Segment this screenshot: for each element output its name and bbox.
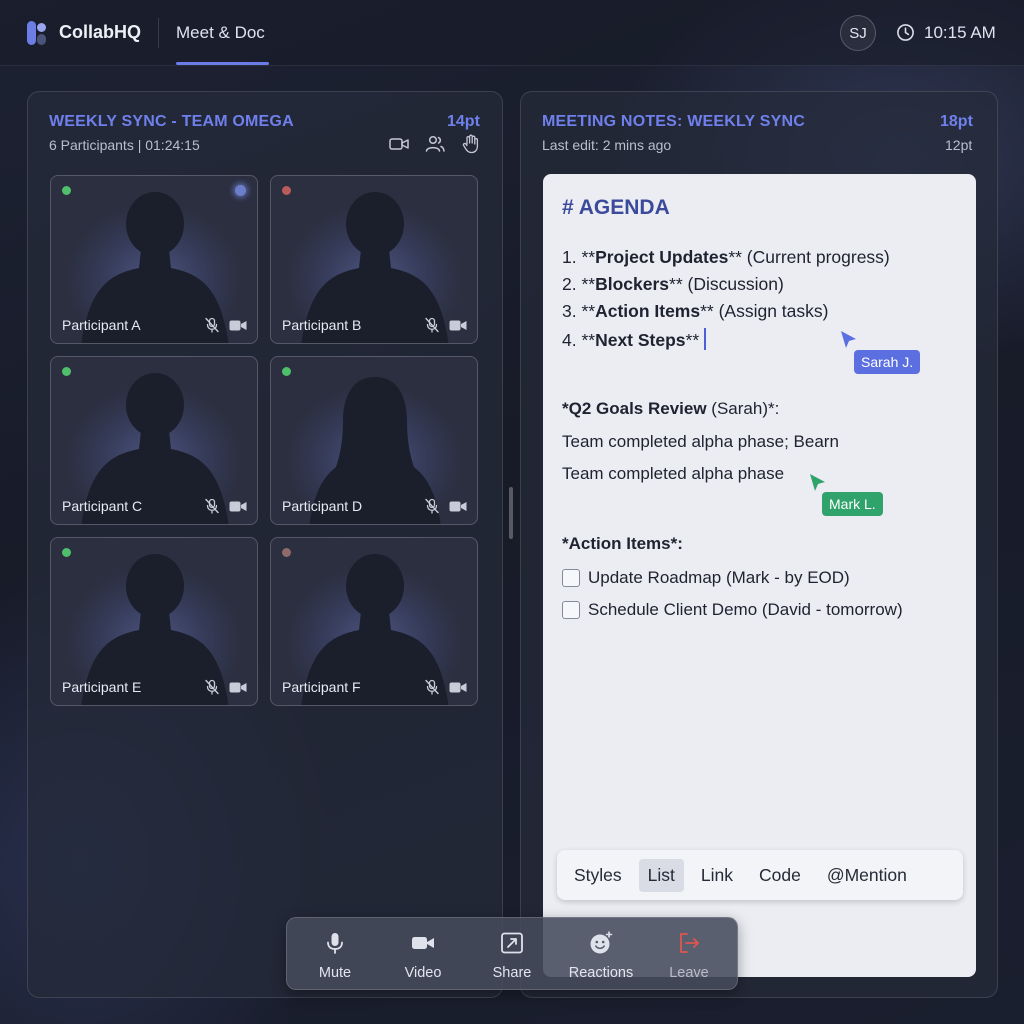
task-label: Update Roadmap (Mark - by EOD) [588, 568, 850, 587]
notes-font-size[interactable]: 18pt [940, 113, 973, 131]
presence-dot [282, 548, 291, 557]
participant-name: Participant E [62, 679, 142, 695]
presence-dot [62, 548, 71, 557]
mute-label: Mute [318, 965, 352, 981]
camera-icon [412, 937, 434, 949]
mic-muted-icon[interactable] [424, 679, 440, 695]
presence-dot [62, 186, 71, 195]
agenda-heading: # AGENDA [562, 196, 670, 219]
share-button[interactable]: Share [468, 918, 556, 991]
camera-on-icon[interactable] [229, 500, 247, 513]
tab-meet-doc[interactable]: Meet & Doc [176, 23, 265, 43]
notes-body-size[interactable]: 12pt [945, 137, 972, 153]
participant-tile[interactable]: Participant D [270, 356, 478, 525]
video-button[interactable]: Video [379, 918, 467, 991]
collaborator-cursor-sarah: Sarah J. [854, 350, 921, 374]
share-screen-icon [501, 932, 523, 954]
leave-label: Leave [669, 965, 709, 981]
notes-panel: MEETING NOTES: WEEKLY SYNC 18pt Last edi… [520, 91, 998, 998]
speaking-indicator [235, 185, 246, 196]
notes-title: MEETING NOTES: WEEKLY SYNC [542, 113, 806, 130]
collaborator-cursor-mark: Mark L. [822, 492, 883, 516]
goals-line: Team completed alpha phase [562, 464, 785, 483]
microphone-icon [327, 933, 343, 954]
mention-button[interactable]: @Mention [818, 859, 916, 892]
emoji-icon [590, 931, 613, 954]
top-divider [158, 18, 159, 48]
participant-name: Participant D [282, 498, 363, 514]
mic-muted-icon[interactable] [424, 317, 440, 333]
meeting-panel: WEEKLY SYNC - TEAM OMEGA 14pt 6 Particip… [27, 91, 503, 998]
cursor-arrow-icon [810, 474, 825, 491]
participant-tile[interactable]: Participant E [50, 537, 258, 706]
video-label: Video [404, 965, 442, 981]
camera-on-icon[interactable] [229, 681, 247, 694]
reactions-label: Reactions [568, 965, 634, 981]
leave-button[interactable]: Leave [645, 918, 733, 991]
camera-on-icon[interactable] [449, 319, 467, 332]
participant-name: Participant F [282, 679, 361, 695]
task-label: Schedule Client Demo (David - tomorrow) [588, 600, 903, 619]
camera-on-icon[interactable] [449, 681, 467, 694]
mic-muted-icon[interactable] [204, 498, 220, 514]
camera-on-icon[interactable] [449, 500, 467, 513]
goals-heading: *Q2 Goals Review (Sarah)*: [562, 399, 780, 418]
participant-tile[interactable]: Participant F [270, 537, 478, 706]
format-toolbar: Styles List Link Code @Mention [557, 850, 963, 900]
presence-dot [62, 367, 71, 376]
reactions-button[interactable]: Reactions [557, 918, 645, 991]
mic-muted-icon[interactable] [204, 679, 220, 695]
action-items-heading: *Action Items*: [562, 534, 683, 553]
collabhq-logo-icon [27, 21, 46, 45]
camera-on-icon[interactable] [229, 319, 247, 332]
notes-document[interactable]: # AGENDA 1. **Project Updates** (Current… [543, 174, 976, 977]
share-label: Share [492, 965, 532, 981]
presence-dot [282, 367, 291, 376]
meeting-subtitle: 6 Participants | 01:24:15 [49, 137, 200, 153]
presence-dot [282, 186, 291, 195]
leave-icon [680, 933, 699, 953]
user-avatar[interactable]: SJ [840, 15, 876, 51]
panel-resize-handle[interactable] [509, 487, 513, 539]
participant-name: Participant A [62, 317, 141, 333]
mic-muted-icon[interactable] [424, 498, 440, 514]
text-caret [704, 328, 707, 350]
raise-hand-icon[interactable] [460, 134, 482, 154]
participant-name: Participant C [62, 498, 143, 514]
agenda-item: 3. **Action Items** (Assign tasks) [562, 301, 829, 321]
participant-name: Participant B [282, 317, 362, 333]
mic-muted-icon[interactable] [204, 317, 220, 333]
participant-tile[interactable]: Participant B [270, 175, 478, 344]
styles-button[interactable]: Styles [565, 859, 631, 892]
agenda-item: 1. **Project Updates** (Current progress… [562, 247, 890, 267]
active-tab-indicator [176, 62, 269, 65]
link-button[interactable]: Link [692, 859, 742, 892]
current-time: 10:15 AM [924, 23, 996, 42]
top-bar: CollabHQ Meet & Doc SJ 10:15 AM [0, 0, 1024, 66]
participants-icon[interactable] [424, 134, 446, 154]
task-checkbox[interactable] [562, 601, 580, 619]
participant-tile[interactable]: Participant C [50, 356, 258, 525]
brand-name: CollabHQ [59, 22, 142, 42]
task-checkbox[interactable] [562, 569, 580, 587]
agenda-item: 2. **Blockers** (Discussion) [562, 274, 784, 294]
code-button[interactable]: Code [750, 859, 810, 892]
video-icon[interactable] [388, 134, 410, 154]
goals-line: Team completed alpha phase; Bearn [562, 432, 839, 451]
meeting-font-size[interactable]: 14pt [447, 113, 480, 131]
cursor-arrow-icon [841, 331, 856, 348]
list-button[interactable]: List [638, 858, 684, 892]
clock-icon [897, 24, 914, 41]
last-edit-text: Last edit: 2 mins ago [542, 137, 672, 153]
mute-button[interactable]: Mute [291, 918, 379, 991]
call-controls: Mute Video Share Reactions Leave [286, 917, 738, 990]
participant-tile[interactable]: Participant A [50, 175, 258, 344]
meeting-title: WEEKLY SYNC - TEAM OMEGA [49, 113, 294, 130]
